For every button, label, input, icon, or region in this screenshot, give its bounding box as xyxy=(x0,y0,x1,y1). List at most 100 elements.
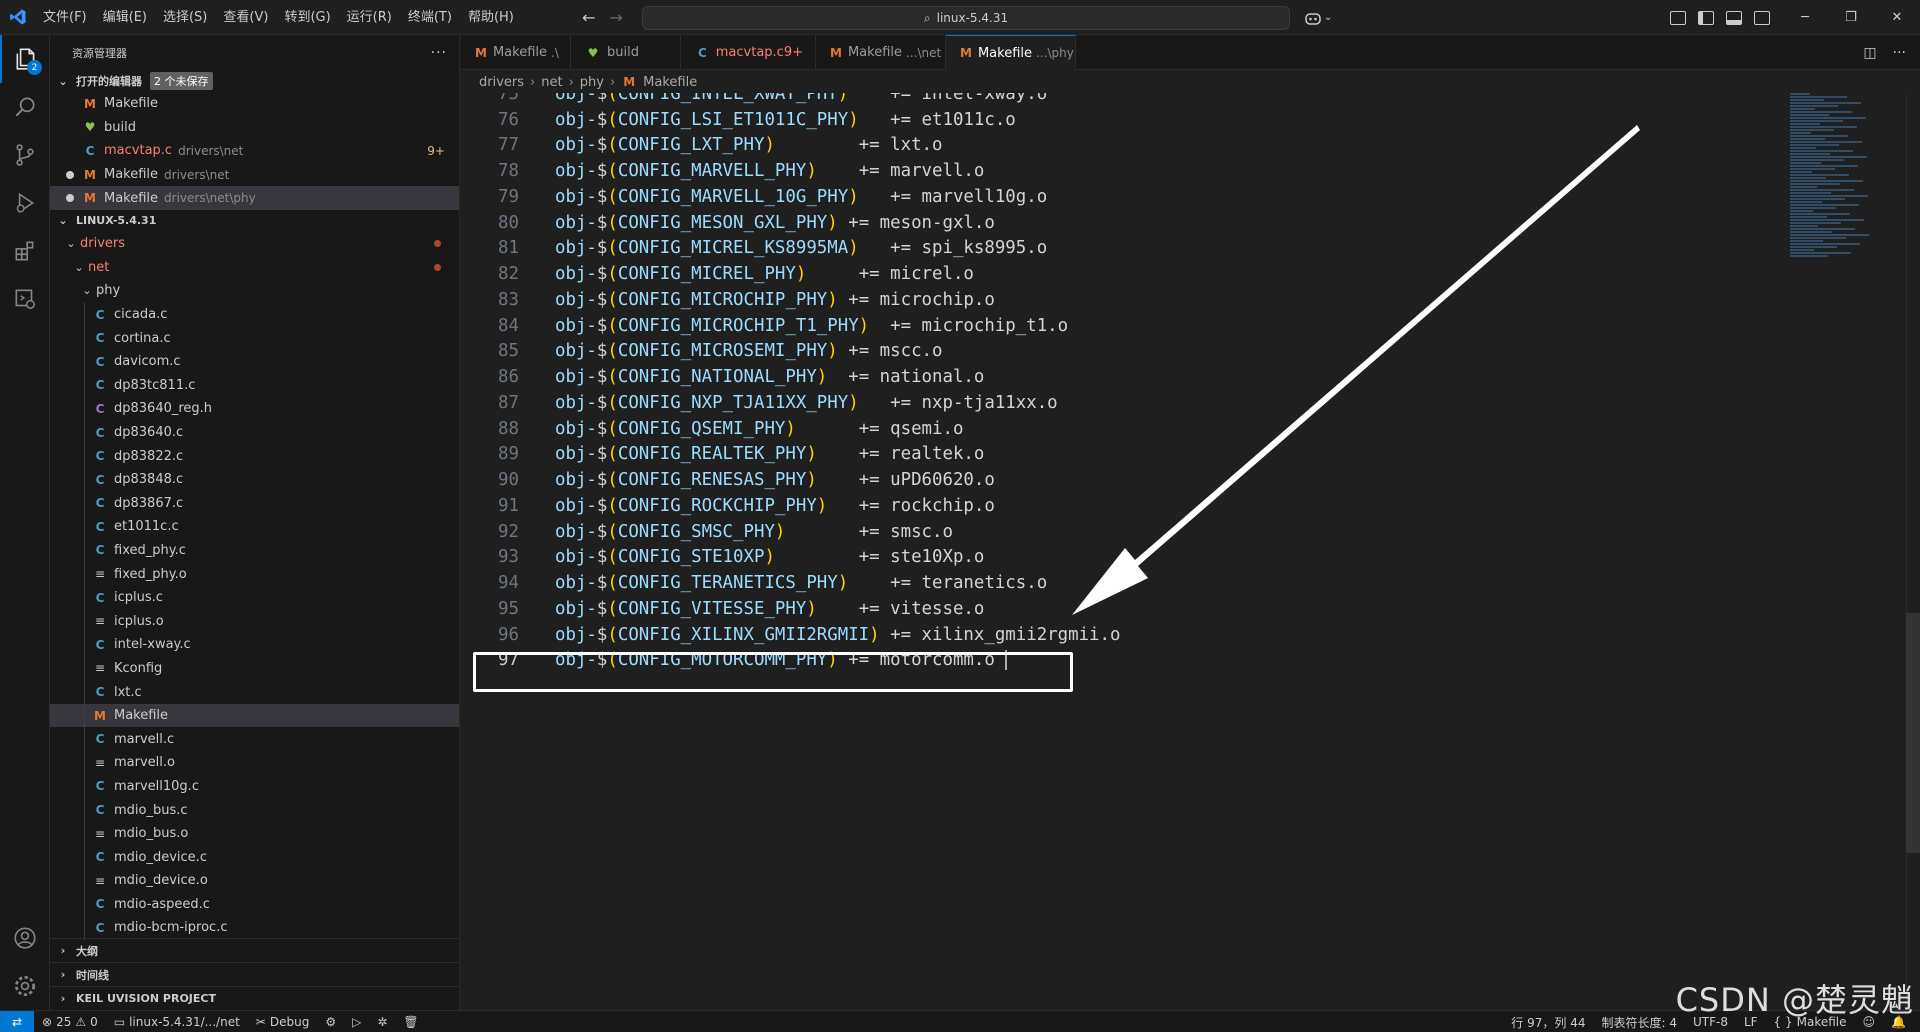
explorer-icon[interactable]: 2 xyxy=(0,35,50,83)
scroll-thumb[interactable] xyxy=(1906,613,1920,853)
problems-indicator[interactable]: ⊗ 25 ⚠ 0 xyxy=(34,1015,106,1029)
file-item[interactable]: Cdp83848.c xyxy=(50,467,459,492)
minimize-icon[interactable]: ─ xyxy=(1782,0,1828,35)
file-item[interactable]: Cintel-xway.c xyxy=(50,633,459,657)
code-line[interactable]: 81 obj-$(CONFIG_MICREL_KS8995MA) += spi_k… xyxy=(461,236,1120,262)
unsaved-dot-icon[interactable] xyxy=(66,170,74,179)
file-item[interactable]: ≡ icplus.o xyxy=(50,609,459,634)
back-arrow-icon[interactable]: ← xyxy=(582,8,595,27)
forward-arrow-icon[interactable]: → xyxy=(609,8,622,27)
file-item[interactable]: Cdp83867.c xyxy=(50,491,459,516)
restore-icon[interactable]: ❐ xyxy=(1828,0,1874,35)
menu-item[interactable]: 选择(S) xyxy=(155,0,215,35)
code-line[interactable]: 96 obj-$(CONFIG_XILINX_GMII2RGMII) += xil… xyxy=(461,622,1120,648)
debug-bug-icon[interactable]: ✲ xyxy=(369,1015,395,1029)
file-item[interactable]: ≡ marvell.o xyxy=(50,751,459,775)
file-item[interactable]: Cdp83tc811.c xyxy=(50,373,459,398)
menu-item[interactable]: 查看(V) xyxy=(215,0,276,35)
remote-explorer-icon[interactable] xyxy=(0,275,50,323)
open-editor-item[interactable]: Cmacvtap.c drivers\net 9+ xyxy=(50,139,459,163)
editor-tab[interactable]: ♥ build xyxy=(571,35,681,70)
editor-tab[interactable]: Cmacvtap.c 9+ xyxy=(681,35,816,70)
editor-scrollbar[interactable] xyxy=(1906,93,1920,1010)
menu-item[interactable]: 编辑(E) xyxy=(95,0,155,35)
code-editor[interactable]: 75 obj-$(CONFIG_INTEL_XWAY_PHY) += intel-… xyxy=(461,93,1920,1010)
folder-item[interactable]: ⌄ net xyxy=(50,256,459,280)
vscode-logo-icon[interactable] xyxy=(0,0,35,35)
file-item[interactable]: Ccicada.c xyxy=(50,302,459,327)
file-item[interactable]: Cmarvell10g.c xyxy=(50,774,459,799)
search-icon[interactable] xyxy=(0,83,50,131)
folder-item[interactable]: ⌄ drivers xyxy=(50,232,459,256)
extensions-icon[interactable] xyxy=(0,227,50,275)
file-item[interactable]: Cmdio-bcm-iproc.c xyxy=(50,916,459,940)
keil-project-header[interactable]: › KEIL UVISION PROJECT xyxy=(50,986,459,1010)
account-icon[interactable] xyxy=(0,914,50,962)
file-item[interactable]: Cmdio_device.c xyxy=(50,845,459,869)
unsaved-dot-icon[interactable] xyxy=(66,194,74,203)
customize-layout-icon[interactable] xyxy=(1670,10,1686,25)
folder-item[interactable]: ⌄ phy xyxy=(50,279,459,303)
command-center-search[interactable]: ⌕ linux-5.4.31 xyxy=(642,6,1290,30)
file-item[interactable]: Cmarvell.c xyxy=(50,727,459,752)
file-item[interactable]: M Makefile xyxy=(50,703,459,728)
code-line[interactable]: 93 obj-$(CONFIG_STE10XP) += ste10Xp.o xyxy=(461,545,1120,571)
code-line[interactable]: 87 obj-$(CONFIG_NXP_TJA11XX_PHY) += nxp-t… xyxy=(461,390,1120,416)
remote-indicator-icon[interactable]: ⇄ xyxy=(0,1010,34,1032)
code-line[interactable]: 83 obj-$(CONFIG_MICROCHIP_PHY) += microch… xyxy=(461,287,1120,313)
file-item[interactable]: ≡ Kconfig xyxy=(50,656,459,681)
open-editor-item[interactable]: M Makefile drivers\net xyxy=(50,163,459,187)
trash-icon[interactable]: 🗑 xyxy=(395,1015,426,1029)
minimap[interactable] xyxy=(1790,93,1890,293)
more-actions-icon[interactable]: ··· xyxy=(431,45,447,61)
tab-size[interactable]: 制表符长度: 4 xyxy=(1593,1014,1685,1031)
open-editor-item[interactable]: ♥ build xyxy=(50,116,459,140)
open-editor-item[interactable]: M Makefile xyxy=(50,92,459,116)
code-line[interactable]: 92 obj-$(CONFIG_SMSC_PHY) += smsc.o xyxy=(461,519,1120,545)
file-item[interactable]: Cdp83822.c xyxy=(50,444,459,468)
code-line[interactable]: 90 obj-$(CONFIG_RENESAS_PHY) += uPD60620.… xyxy=(461,467,1120,493)
toggle-sidebar-icon[interactable] xyxy=(1698,10,1714,25)
build-gear-icon[interactable]: ⚙ xyxy=(317,1015,344,1029)
file-item[interactable]: ≡ mdio_device.o xyxy=(50,869,459,893)
menu-item[interactable]: 运行(R) xyxy=(339,0,400,35)
run-icon[interactable]: ▷ xyxy=(344,1015,369,1029)
file-item[interactable]: ≡ fixed_phy.o xyxy=(50,562,459,586)
file-item[interactable]: Cdavicom.c xyxy=(50,349,459,374)
breadcrumb-item[interactable]: drivers xyxy=(479,75,524,90)
code-line[interactable]: 94 obj-$(CONFIG_TERANETICS_PHY) += terane… xyxy=(461,570,1120,596)
file-item[interactable]: Cdp83640_reg.h xyxy=(50,397,459,421)
chevron-down-icon[interactable]: ⌄ xyxy=(1324,12,1332,23)
run-debug-icon[interactable] xyxy=(0,179,50,227)
code-line[interactable]: 85 obj-$(CONFIG_MICROSEMI_PHY) += mscc.o xyxy=(461,339,1120,365)
file-item[interactable]: Ccortina.c xyxy=(50,326,459,350)
file-item[interactable]: Cicplus.c xyxy=(50,585,459,610)
debug-indicator[interactable]: ✂ Debug xyxy=(248,1015,318,1029)
menu-item[interactable]: 文件(F) xyxy=(35,0,95,35)
file-item[interactable]: Cfixed_phy.c xyxy=(50,538,459,563)
editor-tab[interactable]: M Makefile ...\phy xyxy=(946,35,1076,70)
code-line[interactable]: 79 obj-$(CONFIG_MARVELL_10G_PHY) += marve… xyxy=(461,184,1120,210)
cursor-position[interactable]: 行 97，列 44 xyxy=(1503,1014,1593,1031)
menu-item[interactable]: 转到(G) xyxy=(276,0,338,35)
toggle-panel-icon[interactable] xyxy=(1726,10,1742,25)
workspace-header[interactable]: ⌄ LINUX-5.4.31 xyxy=(50,210,459,232)
code-line[interactable]: 77 obj-$(CONFIG_LXT_PHY) += lxt.o xyxy=(461,133,1120,159)
timeline-header[interactable]: › 时间线 xyxy=(50,962,459,986)
close-icon[interactable]: ✕ xyxy=(1874,0,1920,35)
open-editor-item[interactable]: M Makefile drivers\net\phy xyxy=(50,186,459,210)
open-editors-header[interactable]: ⌄ 打开的编辑器 2 个未保存 xyxy=(50,70,459,92)
file-item[interactable]: Cmdio_bus.c xyxy=(50,798,459,822)
code-line[interactable]: 75 obj-$(CONFIG_INTEL_XWAY_PHY) += intel-… xyxy=(461,93,1120,107)
code-line[interactable]: 76 obj-$(CONFIG_LSI_ET1011C_PHY) += et101… xyxy=(461,107,1120,133)
menu-item[interactable]: 终端(T) xyxy=(400,0,460,35)
folder-indicator[interactable]: ▭ linux-5.4.31/.../net xyxy=(106,1015,248,1029)
code-line[interactable]: 86 obj-$(CONFIG_NATIONAL_PHY) += national… xyxy=(461,364,1120,390)
code-line[interactable]: 78 obj-$(CONFIG_MARVELL_PHY) += marvell.o xyxy=(461,158,1120,184)
code-line[interactable]: 82 obj-$(CONFIG_MICREL_PHY) += micrel.o xyxy=(461,261,1120,287)
menu-item[interactable]: 帮助(H) xyxy=(460,0,522,35)
file-item[interactable]: Clxt.c xyxy=(50,680,459,704)
settings-gear-icon[interactable] xyxy=(0,962,50,1010)
more-actions-icon[interactable]: ··· xyxy=(1893,45,1906,61)
file-item[interactable]: Cmdio-aspeed.c xyxy=(50,892,459,917)
